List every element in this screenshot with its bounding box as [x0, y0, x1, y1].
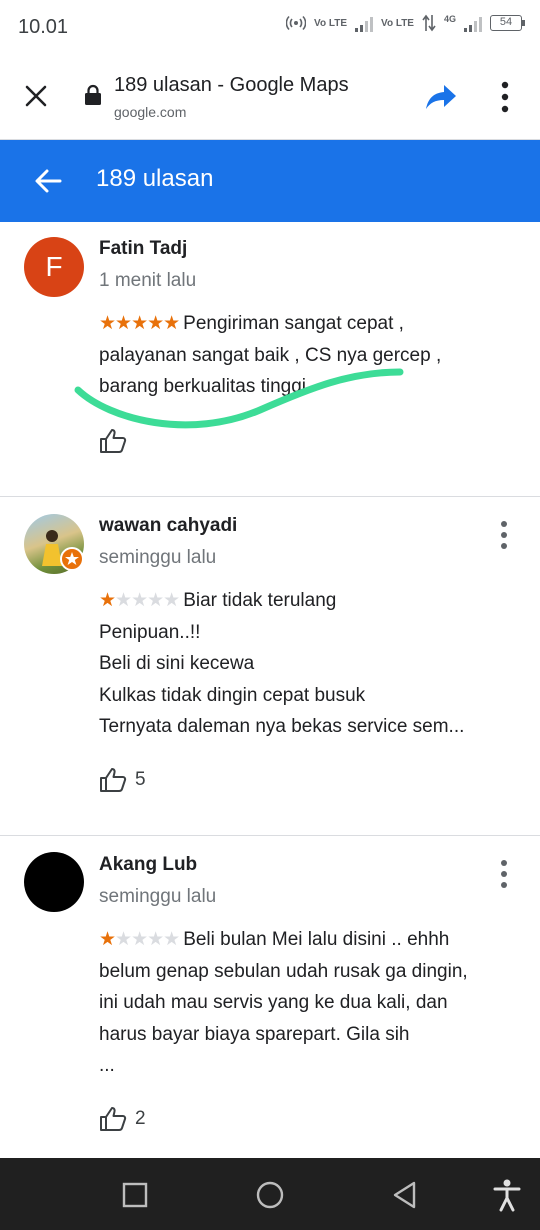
recents-icon[interactable]	[120, 1180, 150, 1210]
review-line: Kulkas tidak dingin cepat busuk	[99, 684, 366, 706]
review-time: 1 menit lalu	[99, 270, 197, 291]
like-count: 2	[135, 1108, 146, 1129]
review-line: ★★★★★ Biar tidak terulang	[99, 585, 519, 617]
star-rating: ★★★★★	[99, 313, 180, 334]
accessibility-icon[interactable]	[492, 1178, 522, 1212]
review-list: F Fatin Tadj 1 menit lalu ★★★★★ Pengirima…	[0, 222, 540, 1158]
review-time: seminggu lalu	[99, 547, 217, 568]
star-rating: ★★★★★	[99, 929, 180, 950]
thumb-up-icon[interactable]	[99, 767, 127, 793]
review-line: Ternyata daleman nya bekas service sem..…	[99, 716, 465, 737]
thumb-up-icon[interactable]	[99, 1106, 127, 1132]
app-bar: 189 ulasan	[0, 140, 540, 222]
page-title: 189 ulasan - Google Maps	[114, 74, 349, 96]
more-vert-icon[interactable]	[494, 519, 514, 551]
avatar-initial: F	[45, 251, 63, 282]
page-url: google.com	[114, 104, 187, 120]
review-line: Penipuan..!!	[99, 621, 201, 643]
signal-icon-1	[355, 14, 374, 32]
network-type: 4G	[443, 14, 456, 24]
arrow-back-icon[interactable]	[30, 164, 66, 198]
home-icon[interactable]	[254, 1179, 286, 1211]
close-icon[interactable]	[20, 80, 52, 112]
status-bar: 10.01 Vo LTE Vo LTE 4G 54	[0, 0, 540, 56]
local-guide-badge-icon	[60, 547, 84, 571]
reviewer-name[interactable]: Akang Lub	[99, 854, 197, 876]
data-transfer-icon	[422, 14, 436, 32]
review-line: ★★★★★ Beli bulan Mei lalu disini .. ehhh	[99, 924, 519, 956]
review-line: ★★★★★ Pengiriman sangat cepat ,	[99, 308, 519, 340]
status-time: 10.01	[18, 16, 69, 38]
like-count: 5	[135, 769, 146, 790]
star-rating: ★★★★★	[99, 590, 180, 611]
review-card: F Fatin Tadj 1 menit lalu ★★★★★ Pengirima…	[0, 222, 540, 497]
signal-icon-2	[464, 14, 482, 32]
thumb-up-icon[interactable]	[99, 428, 127, 454]
reviewer-name[interactable]: Fatin Tadj	[99, 238, 187, 260]
review-line: belum genap sebulan udah rusak ga dingin…	[99, 960, 468, 982]
avatar[interactable]: F	[24, 237, 84, 297]
hotspot-icon	[286, 15, 307, 31]
back-icon[interactable]	[390, 1179, 420, 1211]
review-line: harus bayar biaya sparepart. Gila sih	[99, 1023, 410, 1045]
reviewer-name[interactable]: wawan cahyadi	[99, 515, 237, 537]
more-vert-icon[interactable]	[494, 80, 516, 114]
status-icons: Vo LTE Vo LTE 4G 54	[286, 14, 525, 32]
review-time: seminggu lalu	[99, 886, 217, 907]
volte-badge-1: Vo LTE	[314, 17, 348, 29]
review-text: ★★★★★ Biar tidak terulang Penipuan..!! Be…	[99, 585, 519, 743]
share-icon[interactable]	[424, 82, 458, 112]
app-bar-title: 189 ulasan	[96, 165, 214, 192]
browser-toolbar: 189 ulasan - Google Maps google.com	[0, 56, 540, 140]
avatar[interactable]	[24, 852, 84, 912]
battery-icon: 54	[490, 15, 525, 31]
review-card: wawan cahyadi seminggu lalu ★★★★★ Biar ti…	[0, 497, 540, 836]
more-vert-icon[interactable]	[494, 858, 514, 890]
review-line: ini udah mau servis yang ke dua kali, da…	[99, 992, 448, 1013]
review-line: ...	[99, 1055, 115, 1076]
lock-icon	[85, 84, 101, 105]
review-card: Akang Lub seminggu lalu ★★★★★ Beli bulan …	[0, 836, 540, 1158]
review-line: Beli di sini kecewa	[99, 653, 255, 674]
volte-badge-2: Vo LTE	[381, 17, 414, 29]
review-text: ★★★★★ Beli bulan Mei lalu disini .. ehhh …	[99, 924, 519, 1082]
system-nav-bar	[0, 1158, 540, 1230]
